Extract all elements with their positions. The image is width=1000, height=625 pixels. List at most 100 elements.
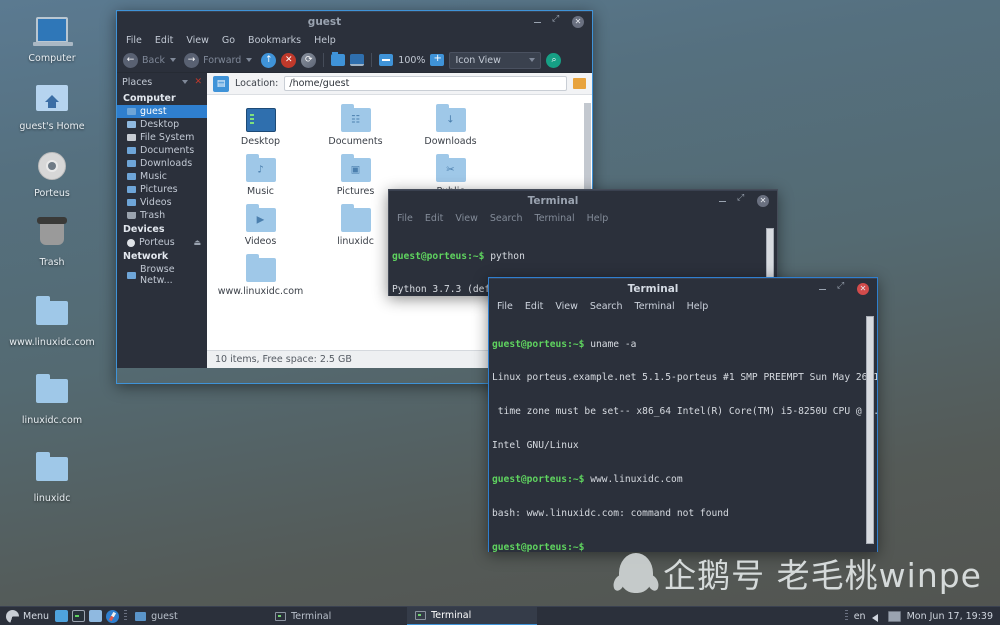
- menu-help[interactable]: Help: [587, 213, 609, 224]
- clock[interactable]: Mon Jun 17, 19:39: [907, 611, 993, 622]
- minimize-button[interactable]: [532, 17, 543, 28]
- launcher-bar[interactable]: [55, 610, 124, 623]
- close-button[interactable]: ✕: [572, 16, 584, 28]
- sidebar-item-porteus[interactable]: Porteus ⏏: [117, 236, 207, 249]
- menu-go[interactable]: Go: [222, 35, 235, 46]
- location-input[interactable]: /home/guest: [284, 76, 567, 91]
- terminal-1-menubar[interactable]: File Edit View Search Terminal Help: [389, 211, 777, 226]
- menu-edit[interactable]: Edit: [425, 213, 443, 224]
- menu-bookmarks[interactable]: Bookmarks: [248, 35, 301, 46]
- volume-icon[interactable]: [872, 612, 882, 621]
- sidebar-item-documents[interactable]: Documents: [117, 144, 207, 157]
- file-item-desktop[interactable]: Desktop: [213, 103, 308, 153]
- desktop-icon-computer[interactable]: Computer: [0, 8, 104, 68]
- close-button[interactable]: ✕: [757, 195, 769, 207]
- view-mode-select[interactable]: Icon View: [449, 52, 541, 69]
- close-button[interactable]: ✕: [857, 283, 869, 295]
- file-manager-menubar[interactable]: File Edit View Go Bookmarks Help: [117, 32, 592, 48]
- terminal-2-menubar[interactable]: File Edit View Search Terminal Help: [489, 299, 877, 314]
- stop-icon[interactable]: ✕: [281, 53, 296, 68]
- desktop-icon-www-linuxidc-com[interactable]: www.linuxidc.com: [0, 290, 104, 352]
- sidebar-item-desktop[interactable]: Desktop: [117, 118, 207, 131]
- minimize-button[interactable]: [717, 196, 728, 207]
- file-manager-icon[interactable]: [55, 610, 68, 622]
- sidebar-item-pictures[interactable]: Pictures: [117, 183, 207, 196]
- task-button-guest[interactable]: guest: [127, 607, 267, 625]
- desktop-icon-guests-home[interactable]: guest's Home: [0, 76, 104, 136]
- menu-terminal[interactable]: Terminal: [535, 213, 575, 224]
- menu-view[interactable]: View: [555, 301, 578, 312]
- sidebar-item-trash[interactable]: Trash: [117, 209, 207, 222]
- browser-icon[interactable]: [106, 610, 119, 623]
- zoom-in-icon[interactable]: [430, 54, 444, 66]
- search-icon[interactable]: ⌕: [546, 53, 561, 68]
- minimize-button[interactable]: [817, 284, 828, 295]
- display-icon[interactable]: [888, 611, 901, 622]
- menu-search[interactable]: Search: [490, 213, 523, 224]
- back-button[interactable]: ← Back: [123, 53, 165, 68]
- window-list[interactable]: guest Terminal Terminal: [127, 607, 845, 625]
- file-item-www-linuxidc-com[interactable]: www.linuxidc.com: [213, 253, 308, 303]
- menu-edit[interactable]: Edit: [525, 301, 543, 312]
- terminal-2-screen[interactable]: guest@porteus:~$ uname -a Linux porteus.…: [489, 314, 877, 552]
- scrollbar-thumb[interactable]: [866, 316, 874, 544]
- desktop-icon-porteus[interactable]: Porteus: [0, 144, 104, 203]
- menu-file[interactable]: File: [497, 301, 513, 312]
- menu-help[interactable]: Help: [687, 301, 709, 312]
- desktop-icon-linuxidc-com[interactable]: linuxidc.com: [0, 368, 104, 430]
- computer-icon[interactable]: [350, 54, 364, 66]
- back-dropdown-icon[interactable]: [170, 58, 176, 62]
- up-icon[interactable]: ↑: [261, 53, 276, 68]
- tray-grip[interactable]: [845, 610, 848, 622]
- taskbar[interactable]: Menu guest Terminal Terminal en: [0, 606, 1000, 625]
- file-item-downloads[interactable]: ↓ Downloads: [403, 103, 498, 153]
- zoom-out-icon[interactable]: [379, 54, 393, 66]
- path-entry-icon[interactable]: ▤: [213, 76, 229, 92]
- sidebar-item-downloads[interactable]: Downloads: [117, 157, 207, 170]
- menu-button[interactable]: Menu: [0, 610, 55, 623]
- home-folder-icon[interactable]: [89, 610, 102, 622]
- sidebar-item-videos[interactable]: Videos: [117, 196, 207, 209]
- file-manager-toolbar[interactable]: ← Back → Forward ↑ ✕ ⟳ 100% Icon View: [117, 48, 592, 73]
- terminal-2-titlebar[interactable]: Terminal ✕: [489, 278, 877, 299]
- menu-view[interactable]: View: [455, 213, 478, 224]
- terminal-2-scrollbar[interactable]: [866, 316, 874, 549]
- reload-icon[interactable]: ⟳: [301, 53, 316, 68]
- terminal-icon[interactable]: [72, 610, 85, 622]
- places-close-icon[interactable]: ✕: [194, 77, 202, 87]
- maximize-button[interactable]: [837, 284, 848, 295]
- sidebar-item-music[interactable]: Music: [117, 170, 207, 183]
- location-bar[interactable]: ▤ Location: /home/guest: [207, 73, 592, 95]
- menu-terminal[interactable]: Terminal: [635, 301, 675, 312]
- file-item-videos[interactable]: ▶ Videos: [213, 203, 308, 253]
- sidebar-item-file-system[interactable]: File System: [117, 131, 207, 144]
- desktop-icon-linuxidc[interactable]: linuxidc: [0, 446, 104, 508]
- terminal-window-2[interactable]: Terminal ✕ File Edit View Search Termina…: [488, 277, 878, 552]
- places-sidebar[interactable]: Places ✕ Computer guest Desktop File Sys…: [117, 73, 207, 368]
- menu-file[interactable]: File: [126, 35, 142, 46]
- home-folder-icon[interactable]: [331, 54, 345, 66]
- system-tray[interactable]: en Mon Jun 17, 19:39: [845, 610, 1000, 622]
- desktop-icon-trash[interactable]: Trash: [0, 211, 104, 272]
- file-item-music[interactable]: ♪ Music: [213, 153, 308, 203]
- forward-button[interactable]: → Forward: [184, 53, 241, 68]
- menu-edit[interactable]: Edit: [155, 35, 173, 46]
- sidebar-item-browse-network[interactable]: Browse Netw...: [117, 263, 207, 287]
- menu-file[interactable]: File: [397, 213, 413, 224]
- file-item-documents[interactable]: ☷ Documents: [308, 103, 403, 153]
- menu-view[interactable]: View: [186, 35, 209, 46]
- task-button-terminal-2[interactable]: Terminal: [407, 607, 537, 625]
- task-button-terminal-1[interactable]: Terminal: [267, 607, 407, 625]
- keyboard-layout[interactable]: en: [854, 611, 866, 622]
- menu-help[interactable]: Help: [314, 35, 336, 46]
- forward-dropdown-icon[interactable]: [246, 58, 252, 62]
- maximize-button[interactable]: [737, 196, 748, 207]
- places-dropdown-icon[interactable]: [182, 80, 188, 84]
- file-manager-titlebar[interactable]: guest ✕: [117, 11, 592, 32]
- eject-icon[interactable]: ⏏: [193, 238, 201, 247]
- go-folder-icon[interactable]: [573, 78, 586, 89]
- terminal-1-titlebar[interactable]: Terminal ✕: [389, 190, 777, 211]
- menu-search[interactable]: Search: [590, 301, 623, 312]
- sidebar-item-guest[interactable]: guest: [117, 105, 207, 118]
- maximize-button[interactable]: [552, 17, 563, 28]
